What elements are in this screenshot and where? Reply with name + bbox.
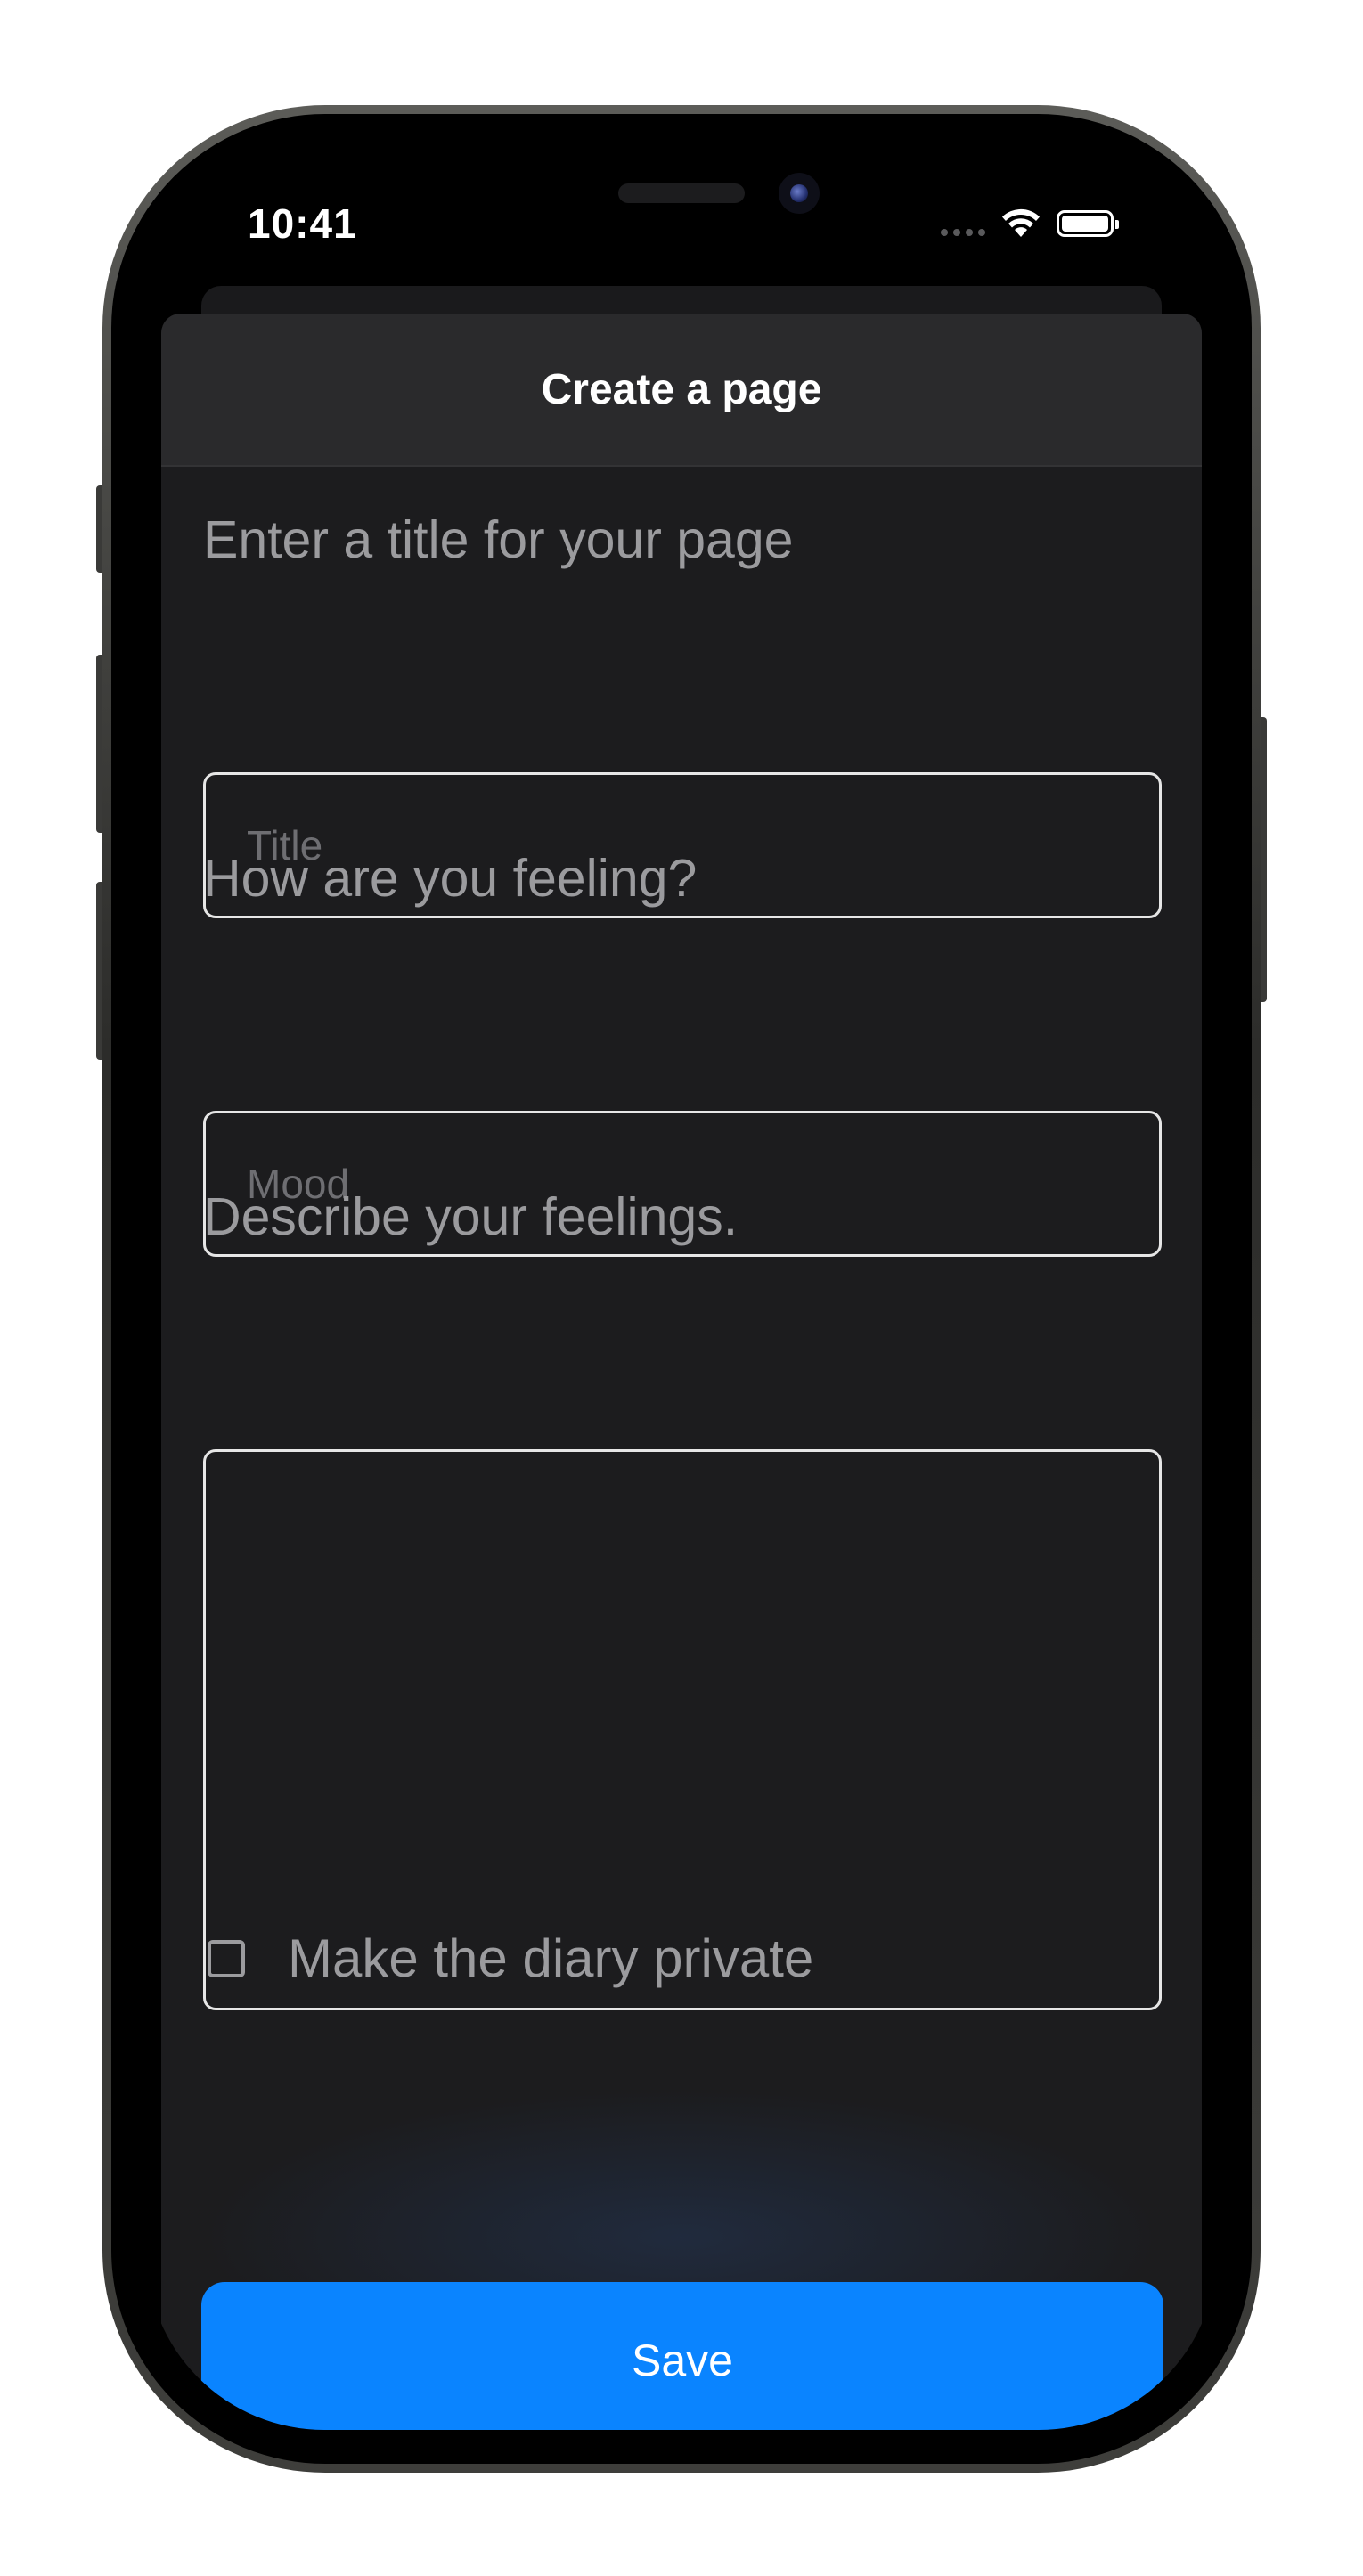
status-time: 10:41 xyxy=(248,200,357,247)
phone-screen: 10:41 Create a page Enter a title for yo… xyxy=(146,150,1217,2430)
create-page-sheet: Create a page Enter a title for your pag… xyxy=(161,314,1202,2430)
checkbox-unchecked-icon[interactable] xyxy=(208,1939,245,1977)
device-mockup: 10:41 Create a page Enter a title for yo… xyxy=(0,0,1363,2576)
wifi-icon xyxy=(1002,208,1040,237)
save-button[interactable]: Save xyxy=(201,2282,1163,2430)
camera-lens xyxy=(790,184,808,202)
private-checkbox-row[interactable]: Make the diary private xyxy=(208,1928,813,1989)
title-label: Enter a title for your page xyxy=(203,510,794,569)
cellular-signal-icon xyxy=(941,209,985,238)
front-camera xyxy=(779,173,820,214)
mood-label: How are you feeling? xyxy=(203,849,698,908)
earpiece-speaker xyxy=(618,183,745,203)
description-textarea[interactable] xyxy=(203,1449,1162,2010)
description-label: Describe your feelings. xyxy=(203,1187,739,1246)
sheet-header: Create a page xyxy=(161,314,1202,467)
sheet-title: Create a page xyxy=(541,365,822,413)
private-checkbox-label: Make the diary private xyxy=(288,1928,814,1988)
status-icons xyxy=(941,208,1119,239)
battery-icon xyxy=(1057,210,1119,237)
